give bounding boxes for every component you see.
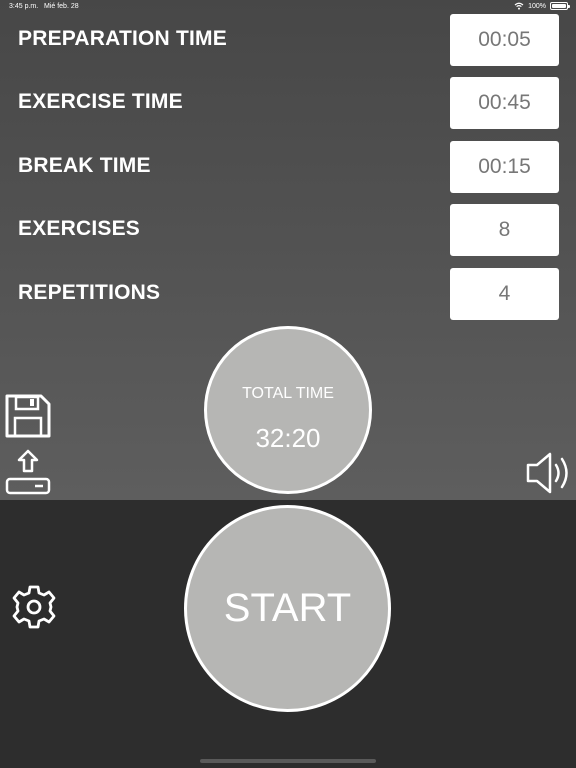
status-bar: 3:45 p.m. Mié feb. 28 100%: [0, 0, 576, 14]
start-button[interactable]: START: [184, 505, 391, 712]
save-icon[interactable]: [4, 393, 52, 439]
exercise-time-row: EXERCISE TIME 00:45: [0, 77, 576, 129]
preparation-time-field[interactable]: 00:05: [450, 14, 559, 66]
preparation-time-label: PREPARATION TIME: [18, 27, 227, 50]
status-date: Mié feb. 28: [44, 3, 79, 10]
repetitions-field[interactable]: 4: [450, 268, 559, 320]
total-time-value: 32:20: [255, 423, 321, 453]
repetitions-label: REPETITIONS: [18, 281, 161, 304]
break-time-label: BREAK TIME: [18, 154, 151, 177]
preparation-time-row: PREPARATION TIME 00:05: [0, 14, 576, 66]
break-time-row: BREAK TIME 00:15: [0, 141, 576, 193]
repetitions-row: REPETITIONS 4: [0, 268, 576, 320]
gear-icon[interactable]: [11, 584, 57, 630]
break-time-field[interactable]: 00:15: [450, 141, 559, 193]
exercises-row: EXERCISES 8: [0, 204, 576, 256]
exercise-time-field[interactable]: 00:45: [450, 77, 559, 129]
total-time-display: TOTAL TIME 32:20: [204, 326, 372, 494]
upload-icon[interactable]: [4, 448, 52, 496]
home-indicator: [200, 759, 376, 763]
status-time: 3:45 p.m.: [9, 3, 39, 10]
battery-icon: [550, 2, 570, 10]
exercise-time-label: EXERCISE TIME: [18, 90, 183, 113]
total-time-label: TOTAL TIME: [242, 385, 334, 402]
status-indicators: 100%: [514, 2, 570, 10]
speaker-icon[interactable]: [525, 450, 573, 496]
battery-percent: 100%: [528, 2, 546, 10]
exercises-field[interactable]: 8: [450, 204, 559, 256]
exercises-label: EXERCISES: [18, 217, 141, 240]
wifi-icon: [514, 2, 524, 10]
